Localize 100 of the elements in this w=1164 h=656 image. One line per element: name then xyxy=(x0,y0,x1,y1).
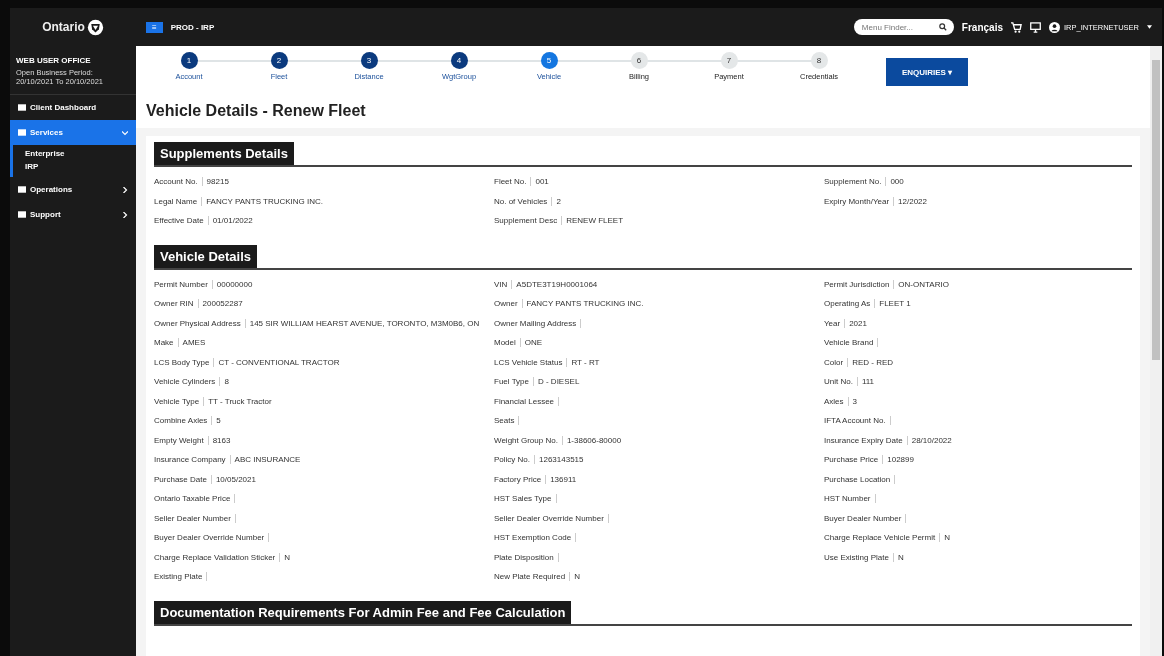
field-value: 111 xyxy=(861,377,875,387)
language-link[interactable]: Français xyxy=(961,21,1003,33)
field-value: TT - Truck Tractor xyxy=(208,396,272,406)
office-name: WEB USER OFFICE xyxy=(16,56,92,65)
cart-icon[interactable] xyxy=(1011,21,1022,33)
ontario-logo[interactable]: Ontario xyxy=(42,20,85,34)
field-label: Fleet No. xyxy=(494,177,527,187)
field-value: 1263143515 xyxy=(539,455,584,465)
field-label: Combine Axles xyxy=(154,416,208,426)
field-label: Buyer Dealer Number xyxy=(824,513,902,523)
field-label: Vehicle Cylinders xyxy=(154,377,216,387)
field-label: Effective Date xyxy=(154,216,204,226)
field-value: 2 xyxy=(556,196,561,206)
field-value: ONE xyxy=(524,338,543,348)
field-label: Financial Lessee xyxy=(494,396,555,406)
field-label: Existing Plate xyxy=(154,572,203,582)
field-label: Axles xyxy=(824,396,844,406)
field-value: AMES xyxy=(182,338,206,348)
menu-icon xyxy=(18,129,26,136)
field-label: Owner Physical Address xyxy=(154,318,241,328)
field-label: Seller Dealer Override Number xyxy=(494,513,604,523)
user-icon[interactable] xyxy=(1049,21,1060,33)
menu-finder-field[interactable]: Menu Finder... xyxy=(853,19,954,35)
sidebar-item[interactable]: Support xyxy=(10,202,136,227)
section-heading: Documentation Requirements For Admin Fee and Fee Calculation xyxy=(154,600,572,624)
field-label: LCS Vehicle Status xyxy=(494,357,563,367)
field-label: Operating As xyxy=(824,299,871,309)
field-value: 00000000 xyxy=(216,279,253,289)
step-circle[interactable]: 3 xyxy=(360,52,378,69)
field-label: Make xyxy=(154,338,174,348)
step-circle[interactable]: 1 xyxy=(180,52,198,69)
field-value: 01/01/2022 xyxy=(212,216,253,226)
menu-icon xyxy=(18,211,26,218)
menu-toggle-button[interactable]: ≡ xyxy=(146,21,163,33)
field-label: Insurance Expiry Date xyxy=(824,435,903,445)
field-value: 12/2022 xyxy=(898,196,927,206)
search-icon xyxy=(938,23,947,31)
field-value: FLEET 1 xyxy=(879,299,911,309)
field-label: Factory Price xyxy=(494,474,542,484)
field-label: Permit Jurisdiction xyxy=(824,279,890,289)
sidebar-item[interactable]: Operations xyxy=(10,177,136,202)
field-label: Purchase Date xyxy=(154,474,207,484)
field-label: Buyer Dealer Override Number xyxy=(154,533,265,543)
field-value: 3 xyxy=(852,396,857,406)
field-label: New Plate Required xyxy=(494,572,566,582)
field-value: N xyxy=(944,533,950,543)
sidebar-subitem[interactable]: IRP xyxy=(25,160,136,173)
step-circle[interactable]: 4 xyxy=(450,52,468,69)
field-label: Seller Dealer Number xyxy=(154,513,231,523)
field-label: Purchase Location xyxy=(824,474,891,484)
field-value: RED - RED xyxy=(852,357,893,367)
sidebar-item[interactable]: Client Dashboard xyxy=(10,95,136,120)
field-label: Supplement No. xyxy=(824,177,882,187)
field-value: RT - RT xyxy=(571,357,600,367)
field-value: N xyxy=(897,552,904,562)
field-label: Charge Replace Validation Sticker xyxy=(154,552,276,562)
section-heading: Supplements Details xyxy=(154,142,294,165)
field-value: CT - CONVENTIONAL TRACTOR xyxy=(218,357,340,367)
step-circle[interactable]: 6 xyxy=(630,52,648,69)
page-title: Vehicle Details - Renew Fleet xyxy=(146,102,367,120)
scrollbar[interactable] xyxy=(1150,46,1162,656)
field-label: LCS Body Type xyxy=(154,357,210,367)
sidebar-item[interactable]: Services xyxy=(10,120,136,145)
field-value: N xyxy=(574,572,580,582)
field-value: A5DTE3T19H0001064 xyxy=(516,279,598,289)
field-value: 10/05/2021 xyxy=(215,474,256,484)
field-value: 5 xyxy=(216,416,221,426)
field-label: HST Exemption Code xyxy=(494,533,572,543)
enquiries-button[interactable]: ENQUIRIES ▾ xyxy=(886,58,968,86)
step-circle[interactable]: 7 xyxy=(720,52,738,69)
field-value: ABC INSURANCE xyxy=(234,455,301,465)
field-label: Purchase Price xyxy=(824,455,879,465)
field-label: Owner Mailing Address xyxy=(494,318,577,328)
field-value: N xyxy=(284,552,291,562)
sidebar-subitem[interactable]: Enterprise xyxy=(25,147,136,160)
field-value: 98215 xyxy=(206,177,229,187)
field-value: ON-ONTARIO xyxy=(898,279,949,289)
field-label: Plate Disposition xyxy=(494,552,554,562)
field-label: Legal Name xyxy=(154,196,198,206)
field-label: HST Number xyxy=(824,494,871,504)
field-value: FANCY PANTS TRUCKING INC. xyxy=(526,299,644,309)
field-label: Insurance Company xyxy=(154,455,226,465)
field-label: IFTA Account No. xyxy=(824,416,886,426)
step-circle[interactable]: 5 xyxy=(540,52,558,69)
field-label: Weight Group No. xyxy=(494,435,558,445)
field-label: No. of Vehicles xyxy=(494,196,548,206)
field-label: Expiry Month/Year xyxy=(824,196,890,206)
step-circle[interactable]: 2 xyxy=(270,52,288,69)
field-label: VIN xyxy=(494,279,508,289)
field-value: 136911 xyxy=(550,474,577,484)
field-label: Permit Number xyxy=(154,279,208,289)
field-label: Vehicle Type xyxy=(154,396,200,406)
step-circle[interactable]: 8 xyxy=(810,52,828,69)
field-value: 000 xyxy=(890,177,904,187)
monitor-icon[interactable] xyxy=(1030,21,1041,33)
field-label: Account No. xyxy=(154,177,198,187)
field-value: 8163 xyxy=(212,435,231,445)
field-label: Model xyxy=(494,338,516,348)
field-value: 001 xyxy=(535,177,549,187)
caret-icon xyxy=(1147,25,1152,29)
